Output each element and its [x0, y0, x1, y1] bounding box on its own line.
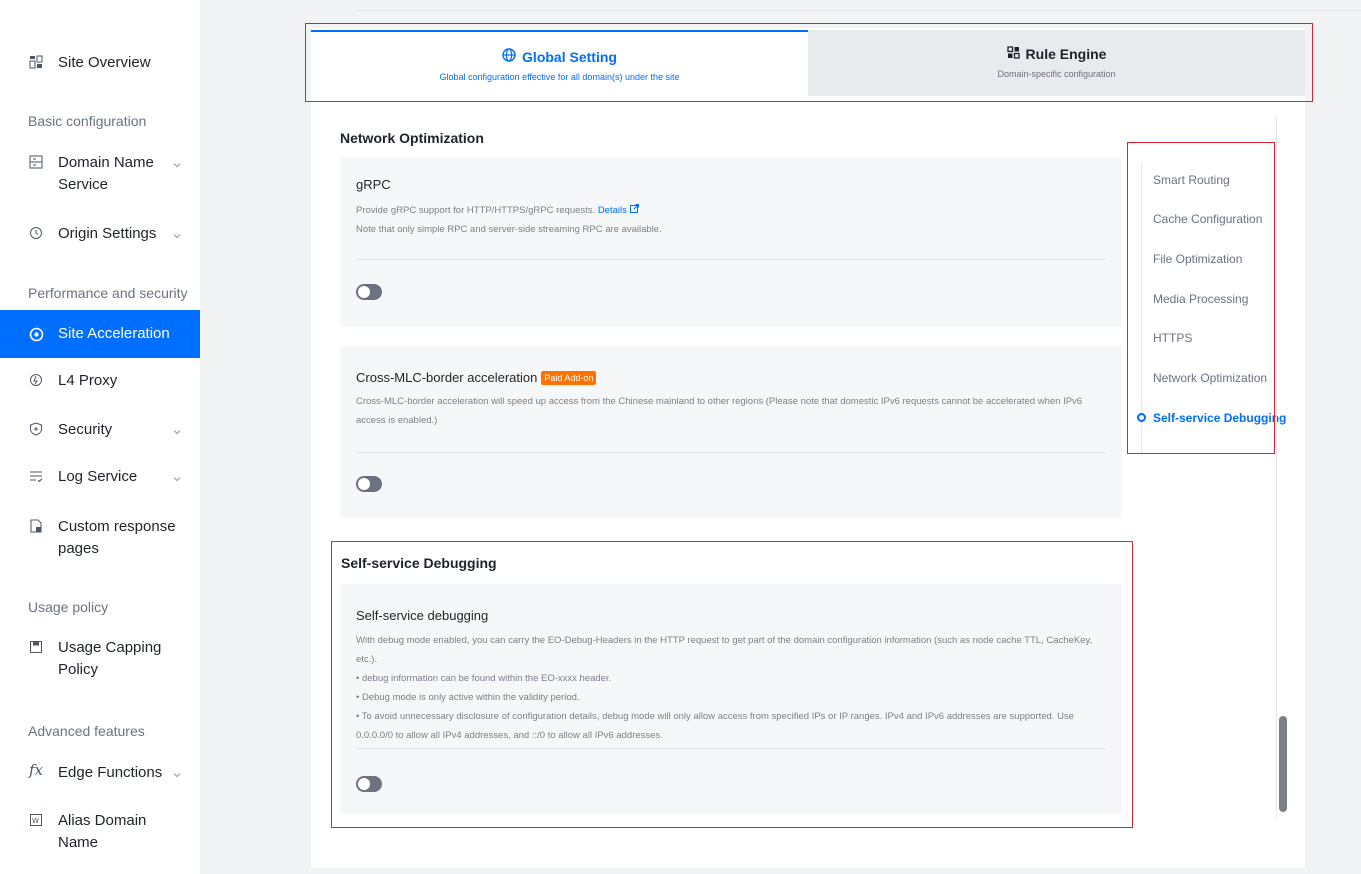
group-label-usage: Usage policy: [28, 599, 109, 615]
anchor-https[interactable]: HTTPS: [1153, 331, 1192, 345]
card-description: Cross-MLC-border acceleration will speed…: [356, 396, 1083, 426]
divider: [356, 748, 1106, 749]
sidebar-item-label: L4 Proxy: [58, 372, 118, 389]
section-title-network-optimization: Network Optimization: [340, 130, 484, 146]
paid-addon-badge: Paid Add-on: [541, 370, 597, 385]
tab-rule-engine[interactable]: Rule Engine Domain-specific configuratio…: [808, 30, 1305, 96]
sidebar-item-security[interactable]: Security: [0, 419, 200, 441]
anchor-nav-track: [1141, 163, 1142, 453]
anchor-file-optimization[interactable]: File Optimization: [1153, 252, 1242, 266]
svg-text:W: W: [32, 817, 39, 825]
grpc-desc-line: Note that only simple RPC and server-sid…: [356, 224, 662, 235]
tab-title: Global Setting: [522, 48, 617, 65]
details-link-label: Details: [597, 205, 627, 216]
sidebar-item-label: Site Acceleration: [58, 325, 170, 342]
sidebar-item-label: Domain Name Service: [58, 154, 154, 193]
globe-icon: [502, 48, 516, 65]
chevron-down-icon: [172, 228, 182, 239]
debug-bullet: • Debug mode is only active within the v…: [356, 692, 580, 703]
debug-card: Self-service debugging With debug mode e…: [340, 584, 1122, 814]
sidebar-item-log-service[interactable]: Log Service: [0, 466, 200, 488]
card-title: gRPC: [356, 177, 391, 192]
cross-mlc-toggle[interactable]: [356, 476, 382, 492]
chevron-down-icon: [172, 471, 182, 482]
chevron-down-icon: [172, 767, 182, 778]
section-title-self-service-debugging: Self-service Debugging: [341, 555, 497, 571]
sidebar-item-alias-domain-name[interactable]: W Alias Domain Name: [0, 810, 200, 854]
group-label-advanced: Advanced features: [28, 723, 145, 739]
debug-toggle[interactable]: [356, 776, 382, 792]
debug-bullet: • debug information can be found within …: [356, 673, 612, 684]
card-description: Provide gRPC support for HTTP/HTTPS/gRPC…: [356, 201, 1106, 239]
card-title: Self-service debugging: [356, 608, 489, 623]
scrollbar-track: [1276, 116, 1288, 818]
grpc-toggle[interactable]: [356, 284, 382, 300]
proxy-icon: [28, 372, 44, 388]
chevron-down-icon: [172, 424, 182, 435]
sidebar-item-label: Origin Settings: [58, 225, 157, 242]
rule-engine-icon: [1006, 46, 1020, 62]
sidebar-item-custom-response-pages[interactable]: Custom response pages: [0, 516, 200, 560]
sidebar-item-origin-settings[interactable]: Origin Settings: [0, 223, 200, 245]
config-tabs: Global Setting Global configuration effe…: [311, 30, 1305, 96]
sidebar-item-l4-proxy[interactable]: L4 Proxy: [0, 370, 200, 392]
anchor-smart-routing[interactable]: Smart Routing: [1153, 173, 1230, 187]
grpc-card: gRPC Provide gRPC support for HTTP/HTTPS…: [340, 157, 1122, 327]
sidebar: Site Overview Basic configuration Domain…: [0, 0, 200, 874]
server-icon: [28, 154, 44, 170]
sidebar-item-label: Security: [58, 421, 113, 438]
anchor-network-optimization[interactable]: Network Optimization: [1153, 371, 1267, 385]
divider: [356, 452, 1106, 453]
alias-domain-icon: W: [28, 812, 44, 828]
sidebar-item-label: Site Overview: [58, 54, 151, 71]
cross-mlc-card: Cross-MLC-border acceleration Paid Add-o…: [340, 346, 1122, 518]
sidebar-item-label: Alias Domain Name: [58, 812, 147, 851]
group-label-basic: Basic configuration: [28, 113, 147, 129]
history-icon: [28, 225, 44, 241]
sidebar-item-label: Edge Functions: [58, 764, 163, 781]
chevron-down-icon: [172, 157, 182, 168]
tab-subtitle: Global configuration effective for all d…: [439, 72, 680, 82]
grid-icon: [28, 54, 44, 70]
sidebar-item-usage-capping-policy[interactable]: Usage Capping Policy: [0, 637, 200, 681]
external-link-icon: [629, 204, 639, 213]
sidebar-item-label: Custom response pages: [58, 518, 176, 557]
scrollbar-thumb[interactable]: [1279, 716, 1287, 812]
log-list-icon: [28, 468, 44, 484]
anchor-cache-configuration[interactable]: Cache Configuration: [1153, 212, 1262, 226]
details-link[interactable]: Details: [597, 204, 639, 216]
acceleration-icon: [28, 326, 44, 342]
sidebar-item-domain-name-service[interactable]: Domain Name Service: [0, 152, 200, 196]
tab-global-setting[interactable]: Global Setting Global configuration effe…: [311, 30, 808, 96]
anchor-self-service-debugging[interactable]: Self-service Debugging: [1153, 411, 1286, 425]
page-icon: [28, 518, 44, 534]
card-title: Cross-MLC-border acceleration: [356, 370, 538, 385]
sidebar-item-edge-functions[interactable]: fx Edge Functions: [0, 761, 200, 784]
divider: [356, 259, 1106, 260]
tab-title: Rule Engine: [1025, 46, 1107, 62]
anchor-indicator-icon: [1137, 413, 1146, 422]
function-icon: fx: [28, 761, 43, 779]
grpc-desc-line: Provide gRPC support for HTTP/HTTPS/gRPC…: [356, 205, 596, 216]
card-description: With debug mode enabled, you can carry t…: [356, 631, 1106, 745]
debug-desc-line: With debug mode enabled, you can carry t…: [356, 635, 1093, 665]
group-label-performance: Performance and security: [28, 285, 188, 301]
sidebar-item-site-overview[interactable]: Site Overview: [0, 52, 200, 74]
tab-subtitle: Domain-specific configuration: [997, 69, 1116, 79]
policy-icon: [28, 639, 44, 655]
divider: [355, 10, 1361, 11]
card-title-row: Cross-MLC-border acceleration Paid Add-o…: [356, 370, 597, 385]
sidebar-item-site-acceleration[interactable]: Site Acceleration: [0, 310, 200, 358]
shield-icon: [28, 421, 44, 437]
anchor-media-processing[interactable]: Media Processing: [1153, 292, 1248, 306]
sidebar-item-label: Log Service: [58, 468, 138, 485]
debug-bullet: • To avoid unnecessary disclosure of con…: [356, 711, 1074, 741]
sidebar-item-label: Usage Capping Policy: [58, 639, 162, 678]
